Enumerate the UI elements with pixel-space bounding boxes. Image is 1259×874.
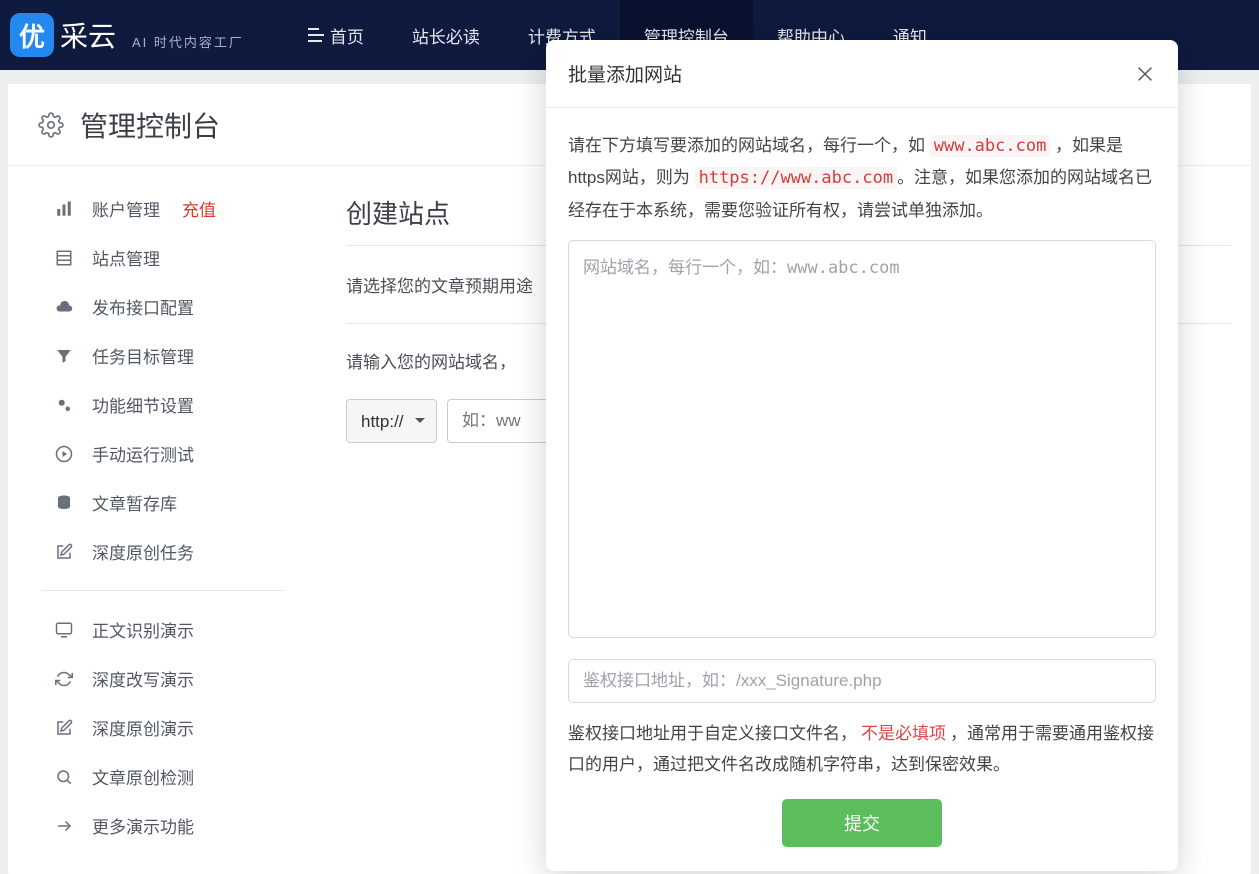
modal-description: 请在下方填写要添加的网站域名，每行一个，如 www.abc.com ，如果是ht… <box>568 130 1156 226</box>
desc-text: 请在下方填写要添加的网站域名，每行一个，如 <box>568 136 930 155</box>
modal-body: 请在下方填写要添加的网站域名，每行一个，如 www.abc.com ，如果是ht… <box>546 108 1178 871</box>
code-example: www.abc.com <box>930 135 1051 157</box>
close-icon[interactable] <box>1134 63 1156 85</box>
submit-button[interactable]: 提交 <box>782 799 942 847</box>
modal-header: 批量添加网站 <box>546 40 1178 108</box>
modal-overlay: 批量添加网站 请在下方填写要添加的网站域名，每行一个，如 www.abc.com… <box>0 0 1259 874</box>
desc-text: 鉴权接口地址用于自定义接口文件名， <box>568 724 857 743</box>
signature-input[interactable] <box>568 659 1156 703</box>
signature-description: 鉴权接口地址用于自定义接口文件名，不是必填项，通常用于需要通用鉴权接口的用户，通… <box>568 719 1156 780</box>
bulk-add-modal: 批量添加网站 请在下方填写要添加的网站域名，每行一个，如 www.abc.com… <box>546 40 1178 871</box>
code-example: https://www.abc.com <box>695 167 897 189</box>
domains-textarea[interactable] <box>568 240 1156 638</box>
modal-title: 批量添加网站 <box>568 60 682 87</box>
optional-badge: 不是必填项 <box>857 724 950 743</box>
